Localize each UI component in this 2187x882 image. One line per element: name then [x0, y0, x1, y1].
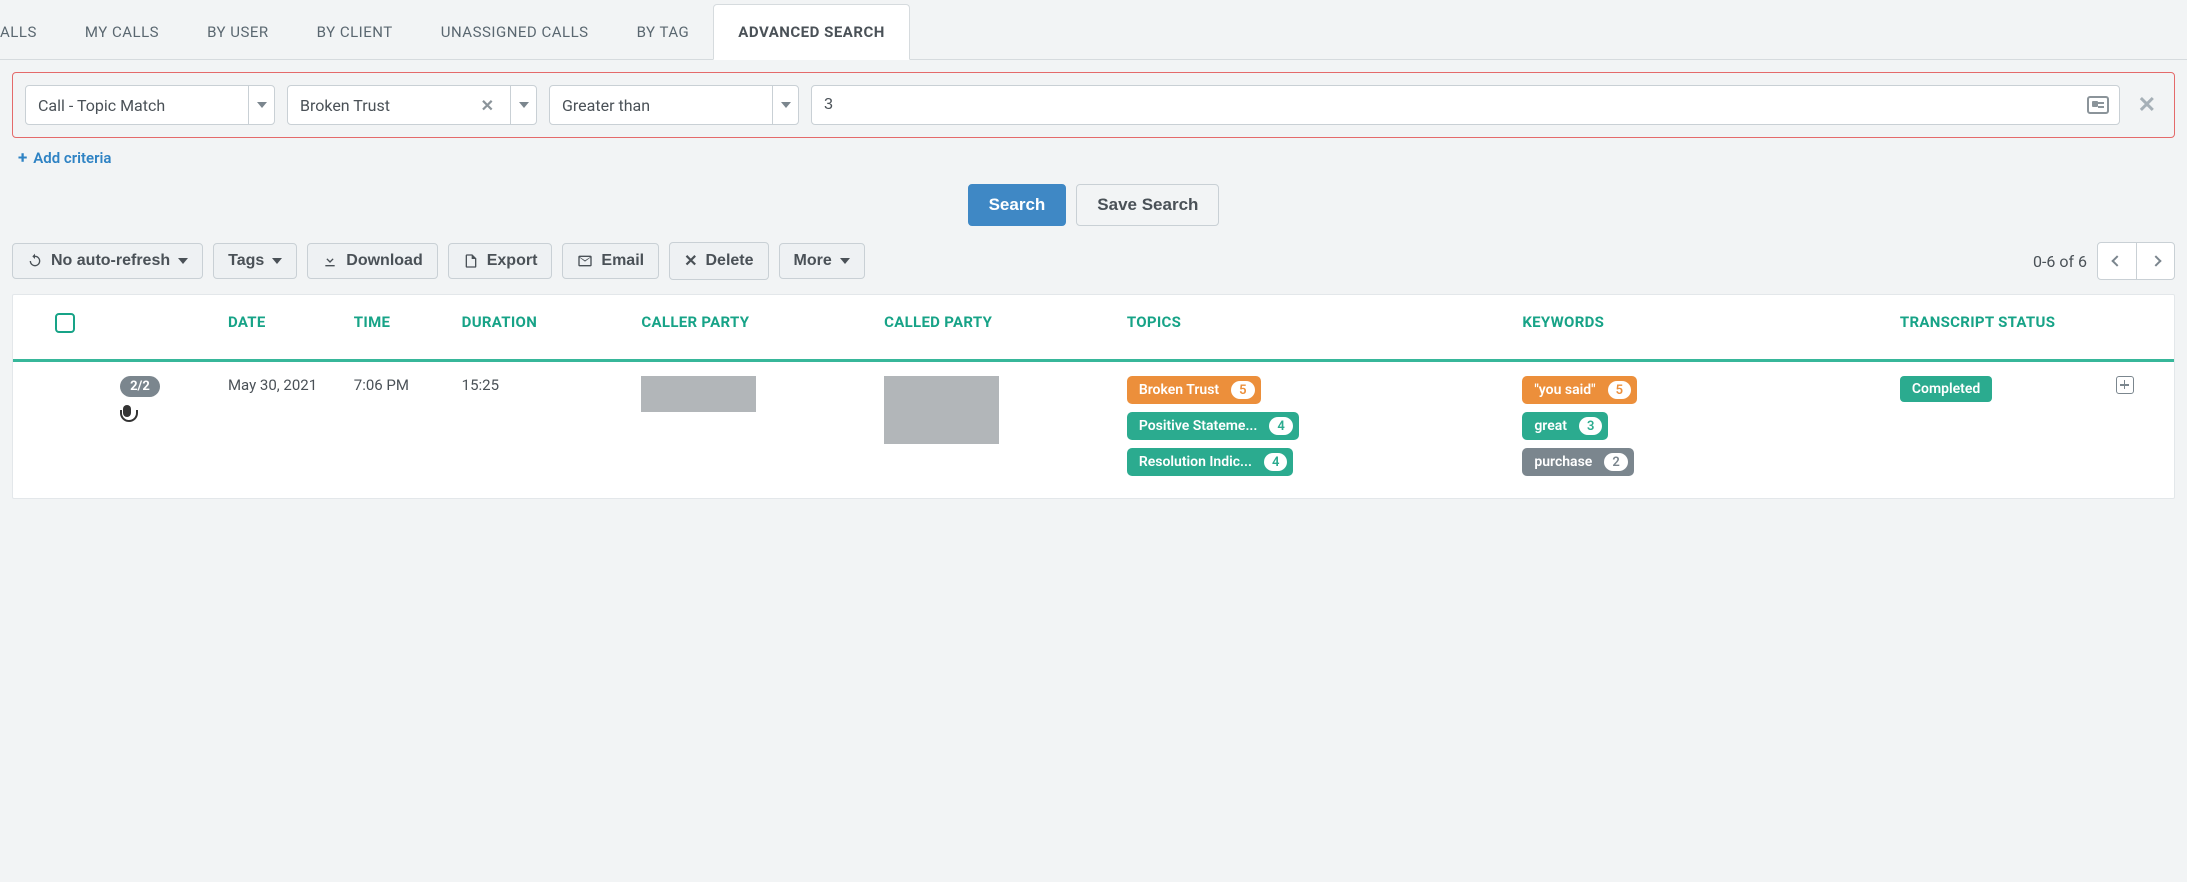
export-icon: [463, 253, 479, 269]
download-icon: [322, 253, 338, 269]
tab-unassigned-calls[interactable]: UNASSIGNED CALLS: [417, 5, 613, 59]
microphone-icon: [120, 405, 134, 425]
download-button[interactable]: Download: [307, 243, 437, 279]
results-range: 0-6 of 6: [2033, 252, 2087, 271]
export-label: Export: [487, 252, 538, 270]
add-criteria-link[interactable]: + Add criteria: [12, 138, 117, 178]
criteria-field-select[interactable]: Call - Topic Match: [25, 85, 275, 125]
export-button[interactable]: Export: [448, 243, 553, 279]
col-date[interactable]: DATE: [218, 295, 344, 361]
tab-by-user[interactable]: BY USER: [183, 5, 293, 59]
tags-label: Tags: [228, 252, 264, 270]
keyword-tag[interactable]: great3: [1522, 412, 1608, 440]
chevron-down-icon: [272, 258, 282, 264]
close-icon: ✕: [684, 251, 697, 271]
email-button[interactable]: Email: [562, 243, 659, 279]
remove-criteria-icon[interactable]: ✕: [2132, 93, 2162, 118]
keyword-tag[interactable]: "you said"5: [1522, 376, 1637, 404]
chevron-down-icon[interactable]: [510, 86, 536, 124]
criteria-field-value: Call - Topic Match: [38, 96, 165, 115]
table-row[interactable]: 2/2 May 30, 2021 7:06 PM 15:25 Broken Tr…: [13, 361, 2174, 499]
pager: [2097, 242, 2175, 280]
criteria-topic-select[interactable]: Broken Trust ✕: [287, 85, 537, 125]
row-topics: Broken Trust5 Positive Stateme...4 Resol…: [1117, 361, 1513, 499]
row-duration: 15:25: [452, 361, 632, 499]
chevron-left-icon: [2111, 255, 2122, 266]
results-toolbar: No auto-refresh Tags Download Export Ema…: [12, 242, 2175, 280]
criteria-value-wrap: [811, 85, 2120, 125]
col-keywords[interactable]: KEYWORDS: [1512, 295, 1890, 361]
add-criteria-label: Add criteria: [33, 149, 111, 167]
delete-label: Delete: [705, 252, 753, 270]
tab-alls[interactable]: ALLS: [0, 5, 61, 59]
more-label: More: [794, 252, 832, 270]
email-label: Email: [601, 252, 644, 270]
email-icon: [577, 253, 593, 269]
chevron-right-icon: [2150, 255, 2161, 266]
delete-button[interactable]: ✕ Delete: [669, 242, 768, 280]
topic-tag[interactable]: Resolution Indic...4: [1127, 448, 1294, 476]
auto-refresh-button[interactable]: No auto-refresh: [12, 243, 203, 279]
card-picker-icon[interactable]: [2087, 96, 2109, 114]
criteria-operator-value: Greater than: [562, 96, 650, 115]
topic-tag[interactable]: Positive Stateme...4: [1127, 412, 1299, 440]
criteria-topic-value: Broken Trust: [300, 96, 390, 115]
criteria-value-input[interactable]: [824, 96, 2087, 114]
row-count-badge: 2/2: [120, 376, 160, 397]
refresh-icon: [27, 253, 43, 269]
col-called-party[interactable]: CALLED PARTY: [874, 295, 1117, 361]
tab-by-tag[interactable]: BY TAG: [613, 5, 714, 59]
called-party-redacted: [884, 376, 999, 444]
save-search-button[interactable]: Save Search: [1076, 184, 1219, 226]
row-date: May 30, 2021: [218, 361, 344, 499]
auto-refresh-label: No auto-refresh: [51, 252, 170, 270]
row-time: 7:06 PM: [344, 361, 452, 499]
transcript-status: Completed: [1900, 376, 1992, 402]
download-label: Download: [346, 252, 422, 270]
col-caller-party[interactable]: CALLER PARTY: [631, 295, 874, 361]
clear-topic-icon[interactable]: ✕: [477, 96, 498, 115]
plus-icon: +: [18, 148, 27, 168]
results-table-wrap: DATE TIME DURATION CALLER PARTY CALLED P…: [12, 294, 2175, 499]
criteria-operator-select[interactable]: Greater than: [549, 85, 799, 125]
select-all-checkbox[interactable]: [55, 313, 75, 333]
tags-button[interactable]: Tags: [213, 243, 297, 279]
criteria-row: Call - Topic Match Broken Trust ✕ Greate…: [12, 72, 2175, 138]
chevron-down-icon: [178, 258, 188, 264]
next-page-button[interactable]: [2136, 243, 2174, 279]
col-topics[interactable]: TOPICS: [1117, 295, 1513, 361]
more-button[interactable]: More: [779, 243, 865, 279]
chevron-down-icon: [840, 258, 850, 264]
chevron-down-icon[interactable]: [772, 86, 798, 124]
prev-page-button[interactable]: [2098, 243, 2136, 279]
col-transcript-status[interactable]: TRANSCRIPT STATUS: [1890, 295, 2106, 361]
col-time[interactable]: TIME: [344, 295, 452, 361]
row-keywords: "you said"5 great3 purchase2: [1512, 361, 1890, 499]
tab-by-client[interactable]: BY CLIENT: [293, 5, 417, 59]
chevron-down-icon[interactable]: [248, 86, 274, 124]
tab-advanced-search[interactable]: ADVANCED SEARCH: [713, 4, 910, 60]
expand-row-icon[interactable]: [2116, 376, 2134, 394]
tab-my-calls[interactable]: MY CALLS: [61, 5, 183, 59]
search-button[interactable]: Search: [968, 184, 1067, 226]
action-row: Search Save Search: [12, 178, 2175, 242]
results-table: DATE TIME DURATION CALLER PARTY CALLED P…: [13, 295, 2174, 498]
topic-tag[interactable]: Broken Trust5: [1127, 376, 1261, 404]
caller-party-redacted: [641, 376, 756, 412]
col-duration[interactable]: DURATION: [452, 295, 632, 361]
tabs-bar: ALLS MY CALLS BY USER BY CLIENT UNASSIGN…: [0, 0, 2187, 60]
keyword-tag[interactable]: purchase2: [1522, 448, 1633, 476]
